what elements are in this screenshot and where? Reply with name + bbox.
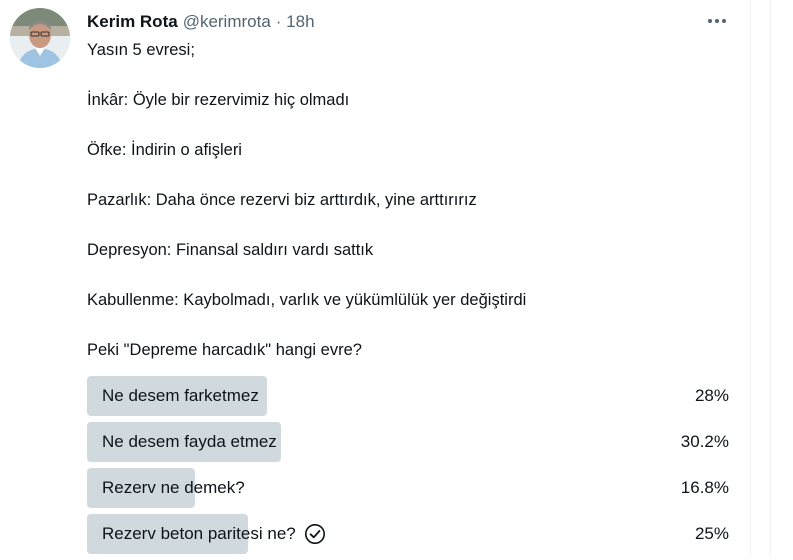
tweet[interactable]: Kerim Rota @kerimrota · 18h Yasın 5 evre… bbox=[0, 0, 751, 556]
poll-option[interactable]: Rezerv ne demek? 16.8% bbox=[87, 468, 729, 508]
tweet-timestamp[interactable]: · 18h bbox=[276, 12, 315, 32]
check-circle-icon bbox=[304, 524, 325, 544]
poll-option[interactable]: Ne desem farketmez 28% bbox=[87, 376, 729, 416]
poll-option-percent: 25% bbox=[694, 524, 729, 543]
tweet-line: Pazarlık: Daha önce rezervi biz arttırdı… bbox=[87, 191, 477, 209]
avatar[interactable] bbox=[10, 8, 70, 68]
poll: Ne desem farketmez 28% Ne desem fayda et… bbox=[87, 376, 729, 560]
poll-option-label: Ne desem fayda etmez bbox=[102, 432, 277, 451]
poll-option-percent: 16.8% bbox=[680, 478, 729, 497]
more-horizontal-icon[interactable] bbox=[702, 12, 732, 30]
tweet-line: Peki "Depreme harcadık" hangi evre? bbox=[87, 341, 362, 359]
divider bbox=[770, 0, 771, 556]
tweet-text: Yasın 5 evresi; İnkâr: Öyle bir rezervim… bbox=[87, 38, 727, 388]
tweet-line: Yasın 5 evresi; bbox=[87, 41, 195, 59]
poll-option-label-wrap: Rezerv beton paritesi ne? bbox=[102, 514, 326, 554]
author-handle[interactable]: @kerimrota bbox=[183, 12, 271, 32]
poll-option-label: Rezerv ne demek? bbox=[102, 478, 245, 497]
poll-option-percent: 28% bbox=[694, 386, 729, 405]
tweet-line: Kabullenme: Kaybolmadı, varlık ve yüküml… bbox=[87, 291, 527, 309]
author-name[interactable]: Kerim Rota bbox=[87, 12, 178, 32]
tweet-line: Öfke: İndirin o afişleri bbox=[87, 141, 242, 159]
poll-option[interactable]: Rezerv beton paritesi ne? 25% bbox=[87, 514, 729, 554]
tweet-line: İnkâr: Öyle bir rezervimiz hiç olmadı bbox=[87, 91, 350, 109]
poll-option-label: Ne desem farketmez bbox=[102, 386, 259, 405]
avatar-photo bbox=[10, 8, 70, 68]
tweet-line: Depresyon: Finansal saldırı vardı sattık bbox=[87, 241, 374, 259]
poll-option-percent: 30.2% bbox=[680, 432, 729, 451]
poll-option[interactable]: Ne desem fayda etmez 30.2% bbox=[87, 422, 729, 462]
tweet-header: Kerim Rota @kerimrota · 18h bbox=[87, 11, 315, 33]
poll-option-label: Rezerv beton paritesi ne? bbox=[102, 524, 296, 543]
